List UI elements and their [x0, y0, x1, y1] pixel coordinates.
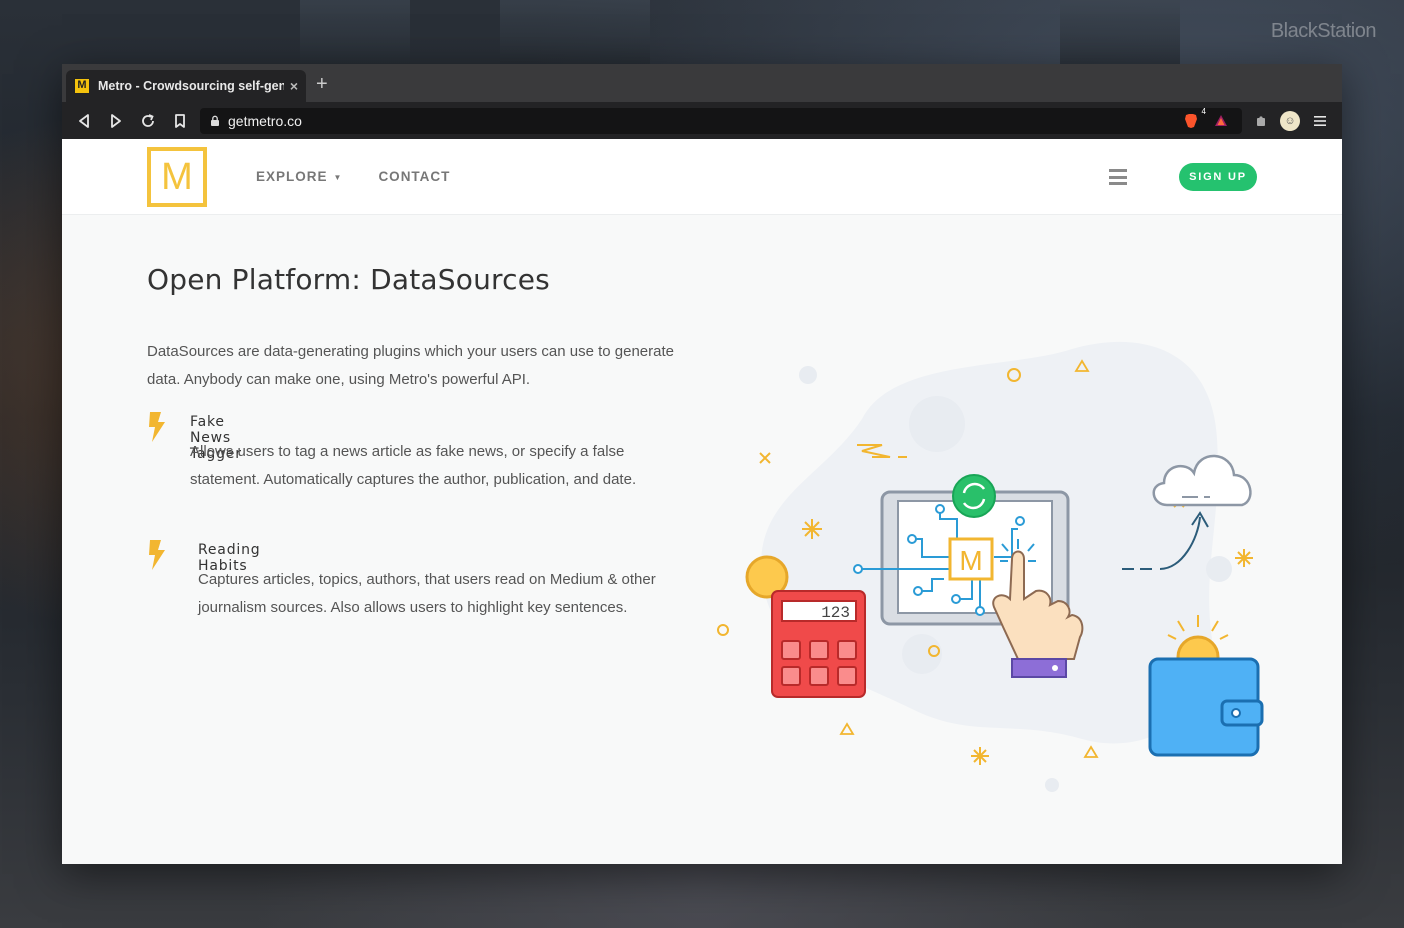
extension-icon[interactable] [1250, 110, 1272, 132]
close-tab-icon[interactable]: × [290, 78, 298, 94]
deco-circle [902, 634, 942, 674]
deco-circle [1206, 556, 1232, 582]
forward-button[interactable] [104, 109, 128, 133]
deco-ring [717, 624, 729, 636]
caret-down-icon: ▼ [333, 172, 343, 182]
deco-triangle [1083, 745, 1099, 758]
sign-up-button[interactable]: SIGN UP [1179, 163, 1257, 191]
reload-icon [142, 113, 154, 127]
deco-circle [909, 396, 965, 452]
building [1060, 0, 1180, 64]
forward-icon [111, 113, 121, 128]
hamburger-menu-icon[interactable] [1109, 169, 1127, 185]
puzzle-icon [1257, 115, 1265, 126]
cuff-button [1052, 665, 1058, 671]
nav-explore[interactable]: EXPLORE ▼ [256, 169, 342, 184]
site-header: M EXPLORE ▼ CONTACT SIGN UP [62, 139, 1342, 215]
page-title: Open Platform: DataSources [147, 263, 550, 296]
brave-count-badge: 4 [1201, 106, 1206, 116]
browser-menu-button[interactable] [1308, 109, 1332, 133]
intro-text: DataSources are data-generating plugins … [147, 343, 674, 388]
datasources-illustration: M 123 [717, 341, 1264, 792]
tablet-logo: M [959, 545, 982, 576]
nav-contact[interactable]: CONTACT [378, 169, 450, 184]
sync-icon [952, 474, 996, 518]
lightning-bolt-icon [149, 412, 165, 442]
favicon-icon: M [74, 78, 90, 94]
feature-description: Allows users to tag a news article as fa… [190, 443, 637, 488]
building [300, 0, 410, 70]
back-icon [79, 113, 89, 128]
bookmark-icon [175, 113, 185, 128]
web-page: M EXPLORE ▼ CONTACT SIGN UP Open Platform… [62, 139, 1342, 864]
calculator-display-text: 123 [821, 604, 850, 622]
reload-button[interactable] [136, 109, 160, 133]
brave-shield-icon[interactable]: 4 [1180, 107, 1206, 132]
site-logo[interactable]: M [147, 147, 207, 207]
address-bar[interactable]: getmetro.co 4 [200, 107, 1242, 134]
feature-description: Captures articles, topics, authors, that… [198, 571, 656, 616]
watermark: BlackStation [1270, 20, 1377, 42]
browser-toolbar: getmetro.co 4 ☺ [62, 102, 1342, 139]
lightning-bolt-icon [149, 540, 165, 570]
lock-icon [211, 115, 219, 126]
browser-window: M Metro - Crowdsourcing self-gen × + get… [62, 64, 1342, 864]
building [500, 0, 650, 65]
new-tab-button[interactable]: + [316, 74, 328, 94]
tab-title: Metro - Crowdsourcing self-gen [98, 79, 284, 93]
wallet-button [1231, 708, 1241, 718]
menu-icon [1314, 115, 1326, 126]
browser-tab[interactable]: M Metro - Crowdsourcing self-gen × [66, 70, 306, 102]
lion-icon [1185, 113, 1197, 128]
nav-explore-label: EXPLORE [256, 169, 328, 184]
deco-circle [799, 366, 817, 384]
profile-avatar[interactable]: ☺ [1280, 110, 1300, 131]
brave-rewards-icon[interactable] [1210, 110, 1232, 132]
tab-bar: M Metro - Crowdsourcing self-gen × + [62, 64, 1342, 102]
back-button[interactable] [72, 109, 96, 133]
bookmark-button[interactable] [168, 109, 192, 133]
triangle-icon [1215, 115, 1227, 126]
deco-triangle [839, 722, 855, 735]
wallet-clasp [1220, 699, 1264, 727]
url-text: getmetro.co [228, 112, 302, 129]
deco-circle [1045, 778, 1059, 792]
main-nav: EXPLORE ▼ CONTACT [256, 169, 450, 184]
